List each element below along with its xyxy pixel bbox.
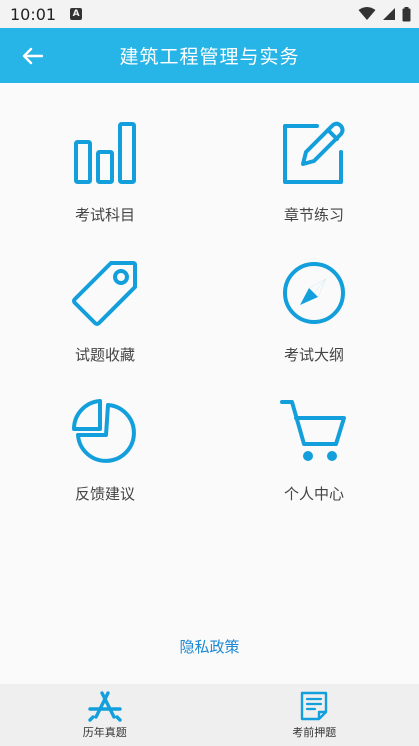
signal-icon [383, 8, 395, 20]
edit-icon [279, 118, 349, 188]
bar-chart-icon [70, 118, 140, 188]
nav-label: 考前押题 [292, 726, 337, 739]
status-time: 10:01 [10, 4, 57, 24]
menu-item-chapter-practice[interactable]: 章节练习 [234, 118, 394, 238]
status-bar: 10:01 A [0, 0, 419, 28]
menu-item-syllabus[interactable]: 考试大纲 [234, 258, 394, 378]
pie-chart-icon [70, 397, 140, 467]
menu-item-personal-center[interactable]: 个人中心 [234, 397, 394, 517]
menu-item-label: 考试大纲 [283, 346, 344, 364]
menu-item-label: 反馈建议 [74, 485, 135, 503]
app-store-icon [88, 691, 122, 722]
back-button[interactable] [14, 38, 50, 74]
battery-icon [402, 6, 411, 21]
menu-item-exam-subjects[interactable]: 考试科目 [25, 118, 185, 238]
tag-icon [70, 258, 140, 328]
page-title: 建筑工程管理与实务 [119, 46, 300, 68]
status-right [358, 6, 411, 22]
menu-item-label: 个人中心 [283, 485, 344, 503]
notification-icon: A [70, 8, 83, 20]
nav-label: 历年真题 [82, 726, 127, 739]
document-icon [301, 691, 328, 721]
status-left: 10:01 A [10, 4, 83, 24]
compass-icon [279, 258, 349, 328]
menu-item-favorites[interactable]: 试题收藏 [25, 258, 185, 378]
wifi-icon [358, 7, 376, 20]
nav-item-pre-exam[interactable]: 考前押题 [210, 684, 419, 746]
privacy-policy-link[interactable]: 隐私政策 [0, 636, 419, 657]
bottom-nav: 历年真题 考前押题 [0, 684, 419, 746]
cart-icon [279, 397, 349, 467]
nav-item-past-exams[interactable]: 历年真题 [0, 684, 210, 746]
arrow-left-icon [22, 47, 43, 65]
app-bar: 建筑工程管理与实务 [0, 28, 419, 83]
menu-item-label: 考试科目 [74, 206, 135, 224]
menu-item-feedback[interactable]: 反馈建议 [25, 397, 185, 517]
menu-item-label: 章节练习 [283, 206, 344, 224]
menu-item-label: 试题收藏 [74, 346, 135, 364]
